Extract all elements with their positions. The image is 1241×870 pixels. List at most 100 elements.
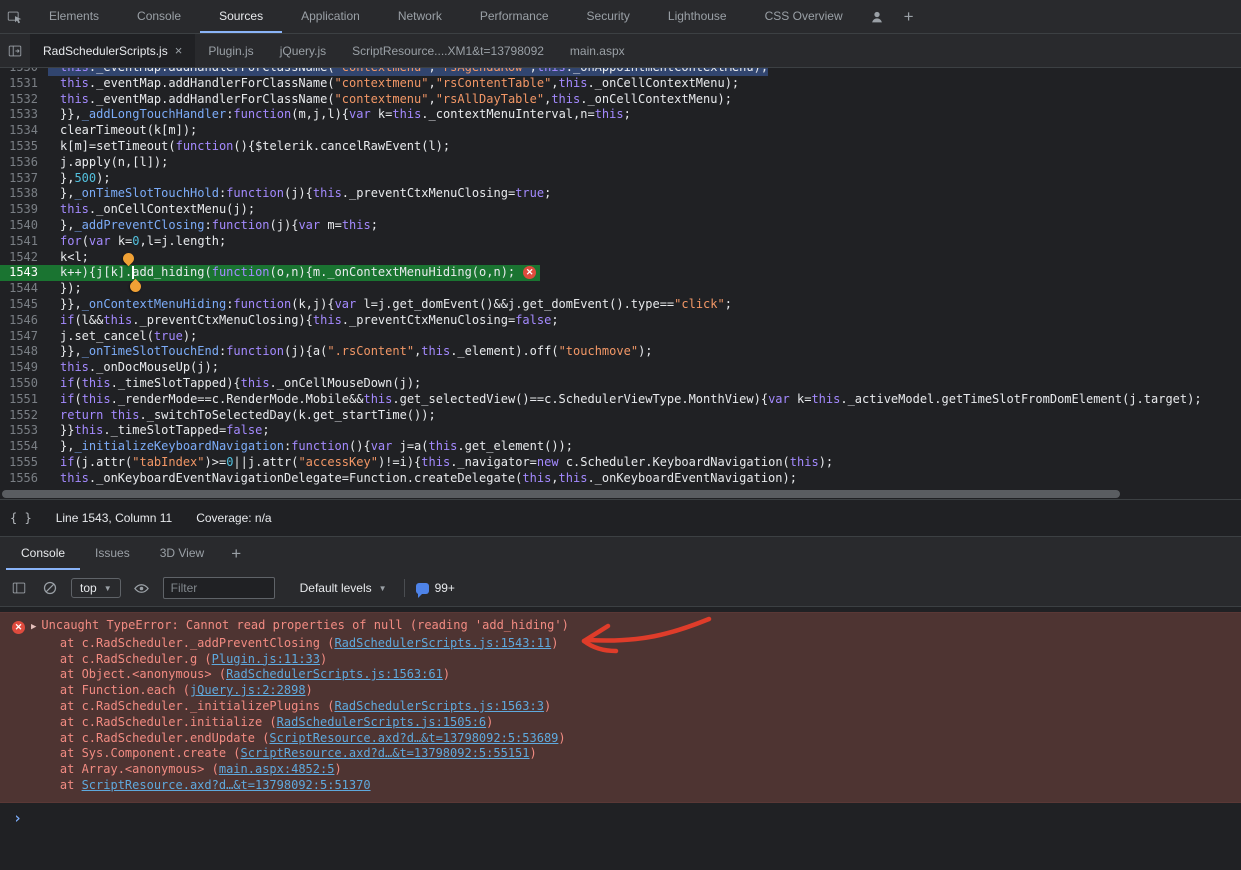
filter-input[interactable]	[163, 577, 275, 599]
drawer-tab-issues[interactable]: Issues	[80, 537, 145, 570]
issues-counter[interactable]: 99+	[416, 581, 455, 595]
user-icon[interactable]	[862, 0, 892, 33]
line-number[interactable]: 1550	[0, 376, 48, 392]
line-number[interactable]: 1530	[0, 68, 48, 76]
stack-link[interactable]: Plugin.js:11:33	[212, 652, 320, 666]
context-selector[interactable]: top ▼	[71, 578, 121, 598]
code-text: this._onCellContextMenu(j);	[48, 202, 255, 218]
code-text: this._eventMap.addHandlerForClassName("c…	[48, 68, 768, 76]
line-number[interactable]: 1549	[0, 360, 48, 376]
code-lines: 1530this._eventMap.addHandlerForClassNam…	[0, 68, 1241, 487]
line-number[interactable]: 1542	[0, 250, 48, 266]
tab-console[interactable]: Console	[118, 0, 200, 33]
line-number[interactable]: 1545	[0, 297, 48, 313]
tab-elements[interactable]: Elements	[30, 0, 118, 33]
stack-link[interactable]: jQuery.js:2:2898	[190, 683, 306, 697]
code-line-1537: 1537},500);	[0, 171, 1241, 187]
line-number[interactable]: 1541	[0, 234, 48, 250]
navigator-toggle-icon[interactable]	[0, 34, 30, 67]
stack-link[interactable]: RadSchedulerScripts.js:1505:6	[277, 715, 487, 729]
chevron-down-icon: ▼	[104, 584, 112, 593]
line-number[interactable]: 1555	[0, 455, 48, 471]
tab-lighthouse[interactable]: Lighthouse	[649, 0, 746, 33]
stack-frame: at Array.<anonymous> (main.aspx:4852:5)	[0, 762, 1233, 778]
line-number[interactable]: 1553	[0, 423, 48, 439]
drawer-more-tabs-icon[interactable]: +	[219, 537, 253, 570]
tab-security[interactable]: Security	[568, 0, 649, 33]
line-number[interactable]: 1544	[0, 281, 48, 297]
stack-link[interactable]: ScriptResource.axd?d…&t=13798092:5:53689	[269, 731, 558, 745]
live-expression-eye-icon[interactable]	[132, 572, 152, 605]
file-tab-plugin-js[interactable]: Plugin.js	[195, 34, 266, 67]
code-text: this._onKeyboardEventNavigationDelegate=…	[48, 471, 797, 487]
file-tab-scriptresource-xm1-t-13798092[interactable]: ScriptResource....XM1&t=13798092	[339, 34, 557, 67]
code-text: this._eventMap.addHandlerForClassName("c…	[48, 92, 732, 108]
line-number[interactable]: 1532	[0, 92, 48, 108]
code-text: });	[48, 281, 82, 297]
file-tab-radschedulerscripts-js[interactable]: RadSchedulerScripts.js×	[30, 34, 195, 67]
stack-frame: at c.RadScheduler.endUpdate (ScriptResou…	[0, 731, 1233, 747]
code-line-1549: 1549this._onDocMouseUp(j);	[0, 360, 1241, 376]
tab-network[interactable]: Network	[379, 0, 461, 33]
line-number[interactable]: 1539	[0, 202, 48, 218]
line-number[interactable]: 1554	[0, 439, 48, 455]
line-number[interactable]: 1538	[0, 186, 48, 202]
line-number[interactable]: 1551	[0, 392, 48, 408]
stack-link[interactable]: main.aspx:4852:5	[219, 762, 335, 776]
pretty-print-icon[interactable]: { }	[10, 511, 32, 525]
expand-triangle-icon[interactable]: ▶	[31, 622, 36, 632]
more-panels-icon[interactable]: +	[892, 0, 926, 33]
tab-application[interactable]: Application	[282, 0, 379, 33]
console-output: ✕ ▶Uncaught TypeError: Cannot read prope…	[0, 607, 1241, 870]
code-line-1534: 1534clearTimeout(k[m]);	[0, 123, 1241, 139]
inline-error-icon[interactable]: ✕	[523, 266, 536, 279]
line-number[interactable]: 1547	[0, 329, 48, 345]
line-number[interactable]: 1540	[0, 218, 48, 234]
source-editor[interactable]: 1530this._eventMap.addHandlerForClassNam…	[0, 68, 1241, 499]
drawer-tab-console[interactable]: Console	[6, 537, 80, 570]
stack-link[interactable]: RadSchedulerScripts.js:1543:11	[334, 636, 551, 650]
tab-performance[interactable]: Performance	[461, 0, 568, 33]
file-tab-main-aspx[interactable]: main.aspx	[557, 34, 638, 67]
code-text: this._onDocMouseUp(j);	[48, 360, 219, 376]
console-sidebar-icon[interactable]	[9, 572, 29, 605]
line-number[interactable]: 1531	[0, 76, 48, 92]
file-tabbar: RadSchedulerScripts.js× Plugin.js jQuery.j…	[0, 34, 1241, 68]
file-tab-jquery-js[interactable]: jQuery.js	[267, 34, 339, 67]
stack-link[interactable]: RadSchedulerScripts.js:1563:61	[226, 667, 443, 681]
line-number[interactable]: 1534	[0, 123, 48, 139]
file-tab-label: Plugin.js	[208, 44, 253, 58]
tab-css-overview[interactable]: CSS Overview	[746, 0, 862, 33]
code-line-1552: 1552return this._switchToSelectedDay(k.g…	[0, 408, 1241, 424]
levels-dropdown[interactable]: Default levels ▼	[286, 581, 387, 595]
line-number[interactable]: 1536	[0, 155, 48, 171]
stack-frame: at c.RadScheduler.g (Plugin.js:11:33)	[0, 652, 1233, 668]
line-number[interactable]: 1552	[0, 408, 48, 424]
line-number[interactable]: 1556	[0, 471, 48, 487]
stack-frame: at c.RadScheduler._initializePlugins (Ra…	[0, 699, 1233, 715]
inspect-icon[interactable]	[0, 0, 30, 33]
close-icon[interactable]: ×	[175, 43, 183, 58]
line-number[interactable]: 1548	[0, 344, 48, 360]
stack-link[interactable]: RadSchedulerScripts.js:1563:3	[334, 699, 544, 713]
line-number[interactable]: 1535	[0, 139, 48, 155]
code-line-1541: 1541for(var k=0,l=j.length;	[0, 234, 1241, 250]
horizontal-scrollbar[interactable]	[0, 489, 1241, 499]
stack-link[interactable]: ScriptResource.axd?d…&t=13798092:5:55151	[241, 746, 530, 760]
line-number[interactable]: 1533	[0, 107, 48, 123]
scrollbar-thumb[interactable]	[2, 490, 1120, 498]
error-icon: ✕	[12, 621, 25, 634]
line-number[interactable]: 1546	[0, 313, 48, 329]
stack-link[interactable]: ScriptResource.axd?d…&t=13798092:5:51370	[82, 778, 371, 792]
code-line-1531: 1531this._eventMap.addHandlerForClassNam…	[0, 76, 1241, 92]
main-toolbar: ElementsConsoleSourcesApplicationNetwork…	[0, 0, 1241, 34]
drawer-tab-3d-view[interactable]: 3D View	[145, 537, 219, 570]
clear-console-icon[interactable]	[40, 572, 60, 605]
line-number[interactable]: 1543	[0, 265, 48, 281]
code-line-1544: 1544});	[0, 281, 1241, 297]
issues-icon	[416, 583, 429, 594]
tab-sources[interactable]: Sources	[200, 0, 282, 33]
line-number[interactable]: 1537	[0, 171, 48, 187]
drawer-tab-strip: ConsoleIssues3D View	[6, 537, 219, 570]
console-prompt[interactable]: ›	[0, 803, 1241, 826]
